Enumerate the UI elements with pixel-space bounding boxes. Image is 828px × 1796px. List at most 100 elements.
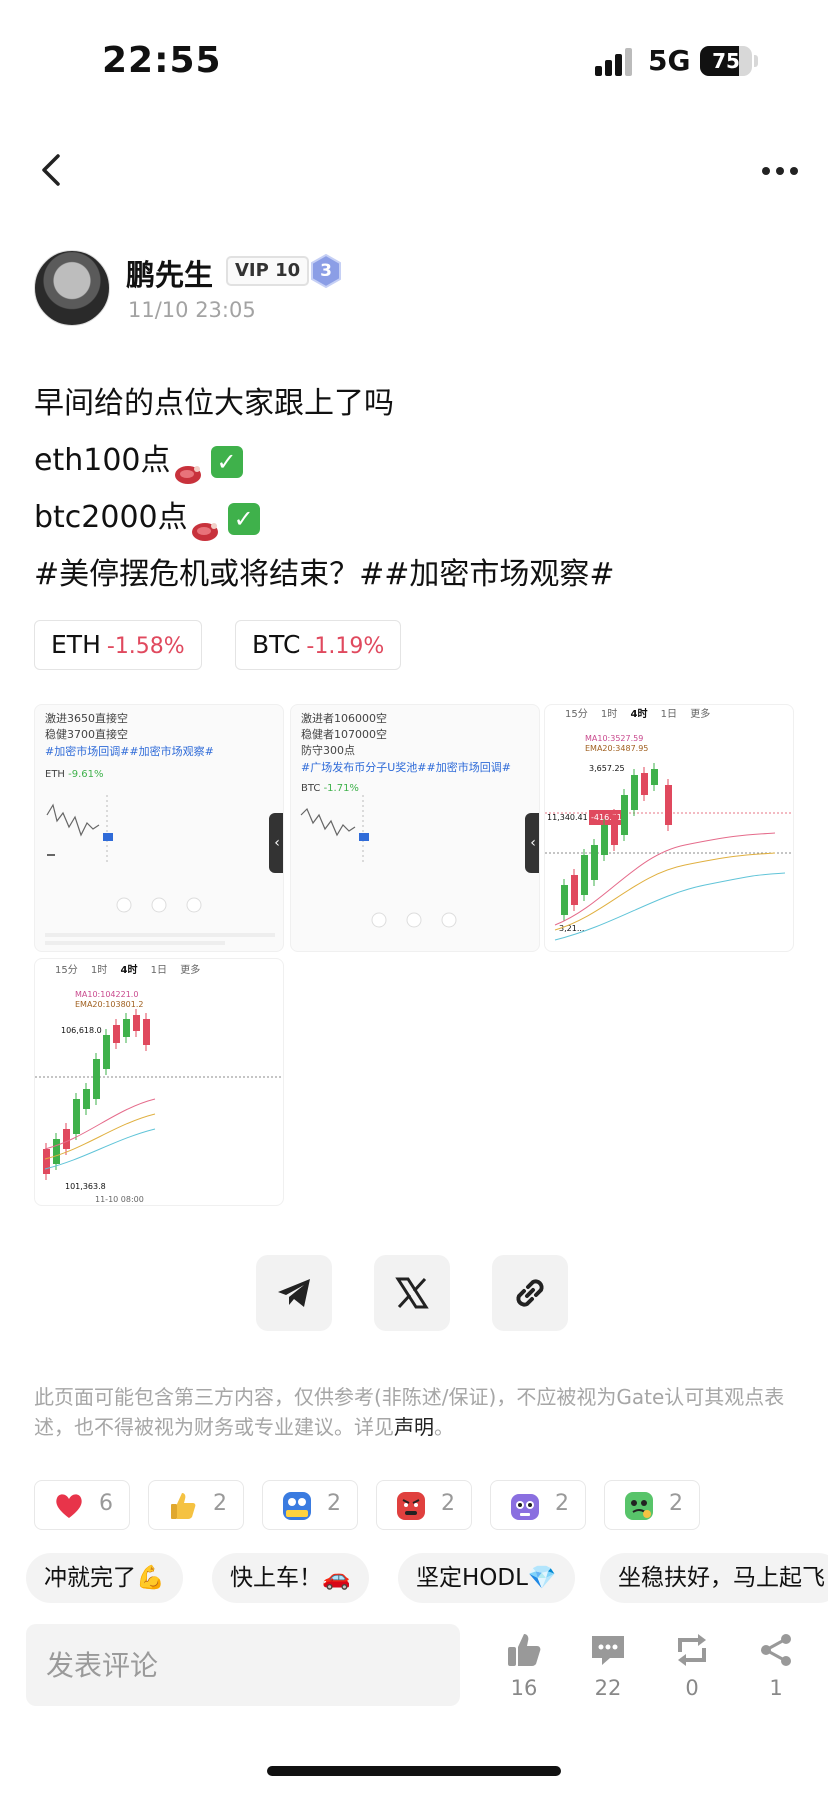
candle bbox=[93, 1059, 100, 1099]
disclaimer-link[interactable]: 声明 bbox=[394, 1415, 434, 1439]
battery-level: 75 bbox=[712, 49, 740, 73]
more-options-icon[interactable] bbox=[760, 156, 800, 186]
vip-badge: VIP 10 bbox=[226, 256, 310, 286]
author-header: 鹏先生 VIP 10 3 11/10 23:05 bbox=[34, 250, 794, 330]
candle bbox=[43, 1149, 50, 1174]
share-telegram-button[interactable] bbox=[256, 1255, 332, 1331]
angry-face-icon bbox=[397, 1492, 425, 1520]
share-icon bbox=[761, 1634, 791, 1666]
meat-emoji-icon bbox=[173, 449, 203, 484]
candle bbox=[581, 855, 588, 895]
candle bbox=[571, 875, 578, 905]
share-count: 1 bbox=[769, 1676, 783, 1700]
ticker-symbol: ETH bbox=[51, 630, 101, 659]
check-mark-icon: ✓ bbox=[227, 502, 260, 535]
reaction-angry[interactable]: 2 bbox=[376, 1480, 472, 1530]
reaction-count: 6 bbox=[99, 1491, 113, 1516]
candle bbox=[641, 773, 648, 795]
candle bbox=[611, 815, 618, 845]
post-time: 11/10 23:05 bbox=[128, 298, 256, 322]
comment-button[interactable]: 22 bbox=[578, 1630, 638, 1720]
post-image-1[interactable]: 激进3650直接空 稳健3700直接空 #加密市场回调##加密市场观察# ETH… bbox=[34, 704, 284, 952]
reaction-count: 2 bbox=[669, 1491, 683, 1516]
candlestick-chart bbox=[545, 763, 793, 941]
check-mark-icon: ✓ bbox=[210, 445, 243, 478]
ticker-btc[interactable]: BTC -1.19% bbox=[235, 620, 402, 670]
home-indicator bbox=[267, 1766, 561, 1776]
link-icon bbox=[516, 1279, 544, 1307]
quick-reply-chip[interactable]: 坐稳扶好，马上起飞 bbox=[600, 1553, 828, 1603]
level-badge: 3 bbox=[310, 253, 342, 289]
reaction-hodl[interactable]: 2 bbox=[262, 1480, 358, 1530]
repost-icon bbox=[678, 1634, 706, 1666]
share-row bbox=[256, 1255, 576, 1331]
disclaimer: 此页面可能包含第三方内容，仅供参考(非陈述/保证)，不应被视为Gate认可其观点… bbox=[34, 1382, 804, 1442]
candle bbox=[123, 1019, 130, 1037]
repost-button[interactable]: 0 bbox=[662, 1630, 722, 1720]
candle bbox=[73, 1099, 80, 1134]
candle bbox=[665, 785, 672, 825]
telegram-icon bbox=[278, 1279, 310, 1307]
comment-count: 22 bbox=[594, 1676, 622, 1700]
ticker-change: -1.58% bbox=[106, 634, 185, 659]
heart-icon bbox=[56, 1494, 82, 1518]
status-bar: 22:55 5G 75 bbox=[0, 0, 828, 120]
comment-icon bbox=[592, 1636, 624, 1665]
reaction-thumbs-up[interactable]: 2 bbox=[148, 1480, 244, 1530]
bottom-action-bar: 16 22 0 1 bbox=[0, 1620, 828, 1730]
reaction-sick[interactable]: 2 bbox=[604, 1480, 700, 1530]
mini-chart bbox=[45, 795, 275, 945]
candle bbox=[651, 769, 658, 785]
candle bbox=[83, 1089, 90, 1109]
avatar[interactable] bbox=[34, 250, 110, 326]
status-time: 22:55 bbox=[102, 40, 222, 81]
share-button[interactable]: 1 bbox=[746, 1630, 806, 1720]
share-x-button[interactable] bbox=[374, 1255, 450, 1331]
robot-face-icon bbox=[511, 1494, 539, 1520]
battery-icon: 75 bbox=[700, 46, 752, 76]
reaction-count: 2 bbox=[441, 1491, 455, 1516]
quick-reply-chip[interactable]: 快上车！🚗 bbox=[212, 1553, 369, 1603]
post-line-3: btc2000点 ✓ bbox=[34, 489, 794, 546]
reaction-heart[interactable]: 6 bbox=[34, 1480, 130, 1530]
share-link-button[interactable] bbox=[492, 1255, 568, 1331]
reaction-robot[interactable]: 2 bbox=[490, 1480, 586, 1530]
reaction-count: 2 bbox=[213, 1491, 227, 1516]
post-image-4[interactable]: 15分 1时 4时 1日 更多 MA10:104221.0 EMA20:1038… bbox=[34, 958, 284, 1206]
candle bbox=[621, 795, 628, 835]
quick-reply-chips: 冲就完了💪 快上车！🚗 坚定HODL💎 坐稳扶好，马上起飞 bbox=[26, 1553, 828, 1603]
candle bbox=[561, 885, 568, 915]
post-image-2[interactable]: 激进者106000空 稳健者107000空 防守300点 #广场发布币分子U奖池… bbox=[290, 704, 540, 952]
network-type: 5G bbox=[648, 44, 691, 77]
reaction-count: 2 bbox=[555, 1491, 569, 1516]
post-hashtags[interactable]: #美停摆危机或将结束？##加密市场观察# bbox=[34, 546, 794, 603]
candle bbox=[591, 845, 598, 880]
post-image-3[interactable]: 15分 1时 4时 1日 更多 MA10:3527.59 EMA20:3487.… bbox=[544, 704, 794, 952]
post-content: 早间给的点位大家跟上了吗 eth100点 ✓ btc2000点 ✓ #美停摆危机或将… bbox=[34, 375, 794, 603]
quick-reply-chip[interactable]: 坚定HODL💎 bbox=[398, 1553, 575, 1603]
candle bbox=[103, 1035, 110, 1069]
battery-cap bbox=[754, 55, 758, 67]
post-line-1: 早间给的点位大家跟上了吗 bbox=[34, 375, 794, 432]
comment-input[interactable] bbox=[26, 1624, 460, 1706]
candle bbox=[143, 1019, 150, 1045]
signal-icon bbox=[595, 48, 635, 76]
ticker-eth[interactable]: ETH -1.58% bbox=[34, 620, 202, 670]
like-button[interactable]: 16 bbox=[494, 1630, 554, 1720]
candle bbox=[53, 1139, 60, 1164]
collapse-arrow-icon[interactable]: ‹ bbox=[269, 813, 283, 873]
quick-reply-chip[interactable]: 冲就完了💪 bbox=[26, 1553, 183, 1603]
repost-count: 0 bbox=[685, 1676, 699, 1700]
author-name[interactable]: 鹏先生 bbox=[126, 252, 213, 294]
candle bbox=[601, 825, 608, 855]
sick-face-icon bbox=[625, 1492, 653, 1520]
ticker-symbol: BTC bbox=[252, 630, 301, 659]
back-arrow-icon[interactable] bbox=[36, 150, 72, 190]
meat-emoji-icon bbox=[190, 506, 220, 541]
post-line-2: eth100点 ✓ bbox=[34, 432, 794, 489]
like-count: 16 bbox=[510, 1676, 538, 1700]
hodl-icon bbox=[283, 1492, 311, 1520]
post-text-3: btc2000点 bbox=[34, 500, 188, 535]
disclaimer-end: 。 bbox=[434, 1415, 454, 1439]
collapse-arrow-icon[interactable]: ‹ bbox=[525, 813, 539, 873]
